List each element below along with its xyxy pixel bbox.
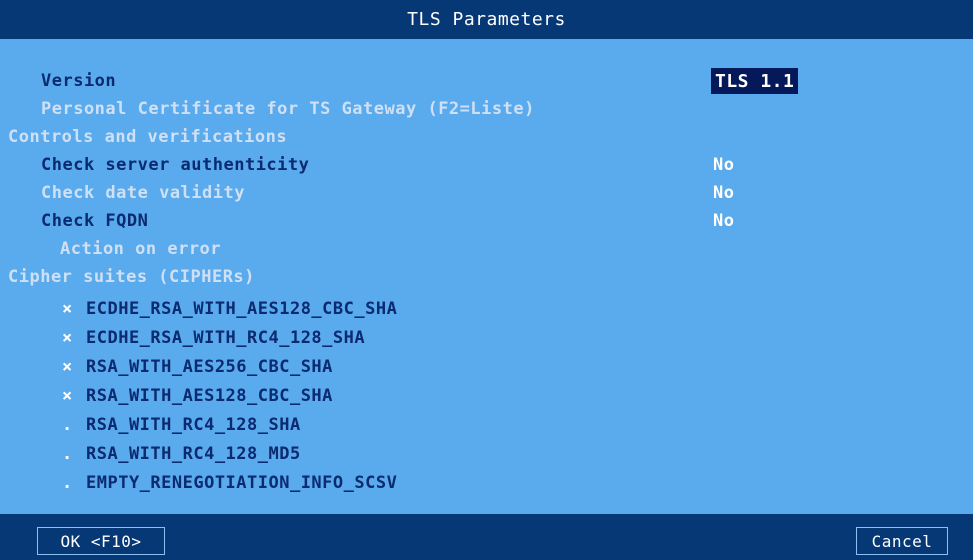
personal-certificate-label[interactable]: Personal Certificate for TS Gateway (F2=… bbox=[41, 99, 535, 119]
cipher-mark[interactable]: × bbox=[62, 328, 73, 348]
check-server-authenticity-value[interactable]: No bbox=[713, 155, 734, 175]
cipher-suites-header: Cipher suites (CIPHERs) bbox=[8, 267, 255, 287]
cipher-name: RSA_WITH_AES128_CBC_SHA bbox=[86, 386, 333, 406]
check-fqdn-value[interactable]: No bbox=[713, 211, 734, 231]
cipher-mark[interactable]: × bbox=[62, 299, 73, 319]
cipher-name: ECDHE_RSA_WITH_AES128_CBC_SHA bbox=[86, 299, 398, 319]
cipher-name: RSA_WITH_AES256_CBC_SHA bbox=[86, 357, 333, 377]
check-fqdn-label: Check FQDN bbox=[41, 211, 149, 231]
ok-button[interactable]: OK <F10> bbox=[37, 527, 165, 555]
check-date-validity-label: Check date validity bbox=[41, 183, 245, 203]
cipher-mark[interactable]: . bbox=[62, 415, 73, 435]
controls-section-header: Controls and verifications bbox=[8, 127, 288, 147]
cipher-name: ECDHE_RSA_WITH_RC4_128_SHA bbox=[86, 328, 366, 348]
cipher-name: RSA_WITH_RC4_128_MD5 bbox=[86, 444, 301, 464]
cipher-mark[interactable]: . bbox=[62, 444, 73, 464]
cipher-mark[interactable]: × bbox=[62, 386, 73, 406]
check-date-validity-value[interactable]: No bbox=[713, 183, 734, 203]
cipher-mark[interactable]: × bbox=[62, 357, 73, 377]
cipher-name: EMPTY_RENEGOTIATION_INFO_SCSV bbox=[86, 473, 398, 493]
action-on-error-label[interactable]: Action on error bbox=[60, 239, 221, 259]
cipher-mark[interactable]: . bbox=[62, 473, 73, 493]
cancel-button[interactable]: Cancel bbox=[856, 527, 948, 555]
version-label: Version bbox=[41, 71, 117, 91]
cipher-name: RSA_WITH_RC4_128_SHA bbox=[86, 415, 301, 435]
window-title: TLS Parameters bbox=[0, 0, 973, 39]
check-server-authenticity-label: Check server authenticity bbox=[41, 155, 310, 175]
version-select[interactable]: TLS 1.1 bbox=[711, 68, 799, 94]
